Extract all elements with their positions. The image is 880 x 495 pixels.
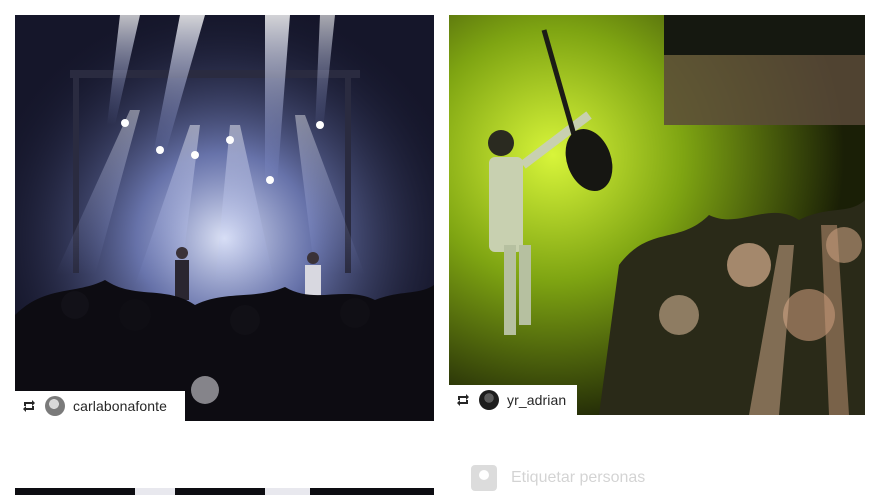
stage-light — [265, 488, 310, 495]
avatar[interactable] — [479, 390, 499, 410]
stage-light — [135, 488, 175, 495]
avatar[interactable] — [45, 396, 65, 416]
tag-person-icon — [471, 465, 497, 491]
username[interactable]: carlabonafonte — [73, 398, 167, 414]
tag-people-button[interactable]: Etiquetar personas — [471, 465, 645, 491]
concert-photo-green-crowd — [449, 15, 865, 415]
concert-photo-blue-stage — [15, 15, 434, 421]
tag-people-label: Etiquetar personas — [511, 469, 646, 486]
next-post-image[interactable] — [15, 488, 434, 495]
regram-icon — [21, 398, 37, 414]
username[interactable]: yr_adrian — [507, 392, 566, 408]
regram-icon — [455, 392, 471, 408]
post-image-1[interactable]: carlabonafonte — [15, 15, 434, 421]
post-image-2[interactable]: yr_adrian — [449, 15, 865, 415]
regram-attribution-2[interactable]: yr_adrian — [449, 385, 577, 415]
regram-attribution-1[interactable]: carlabonafonte — [15, 391, 185, 421]
